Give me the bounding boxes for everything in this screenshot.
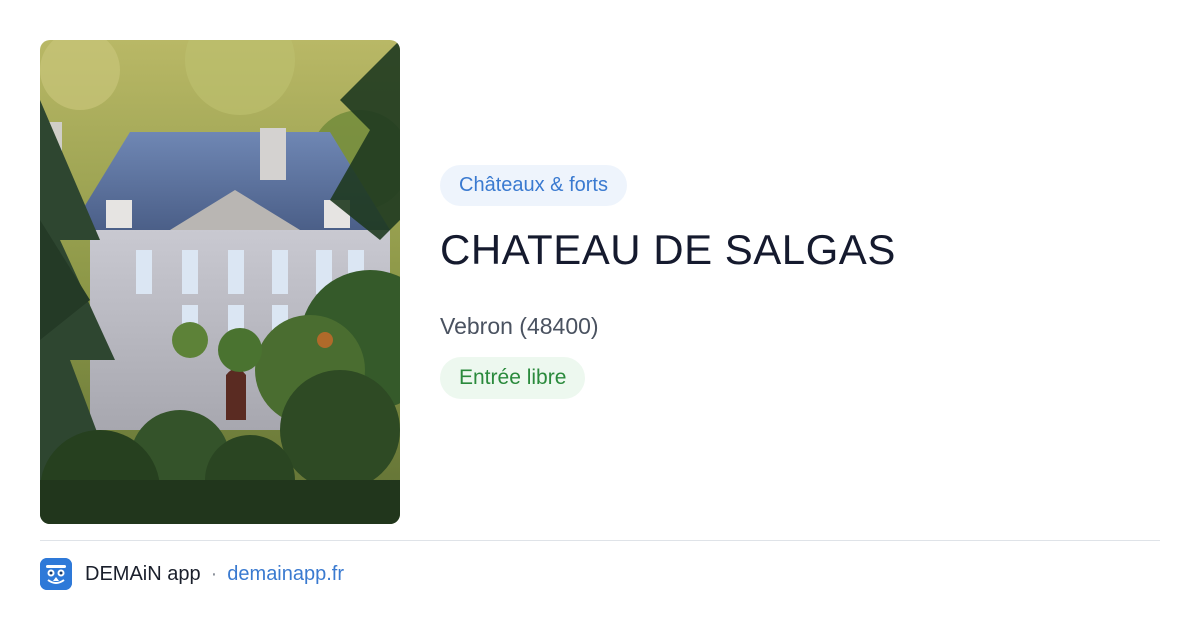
divider: [40, 540, 1160, 541]
footer: DEMAiN app · demainapp.fr: [40, 558, 344, 590]
app-domain-link[interactable]: demainapp.fr: [227, 563, 344, 586]
place-photo: [40, 40, 400, 524]
price-badge: Entrée libre: [440, 357, 586, 399]
place-title: CHATEAU DE SALGAS: [440, 226, 896, 273]
app-name: DEMAiN app: [85, 562, 201, 585]
category-badge[interactable]: Châteaux & forts: [440, 165, 627, 206]
place-location: Vebron (48400): [440, 313, 599, 339]
footer-separator: ·: [210, 562, 218, 585]
demain-app-icon: [40, 558, 72, 590]
